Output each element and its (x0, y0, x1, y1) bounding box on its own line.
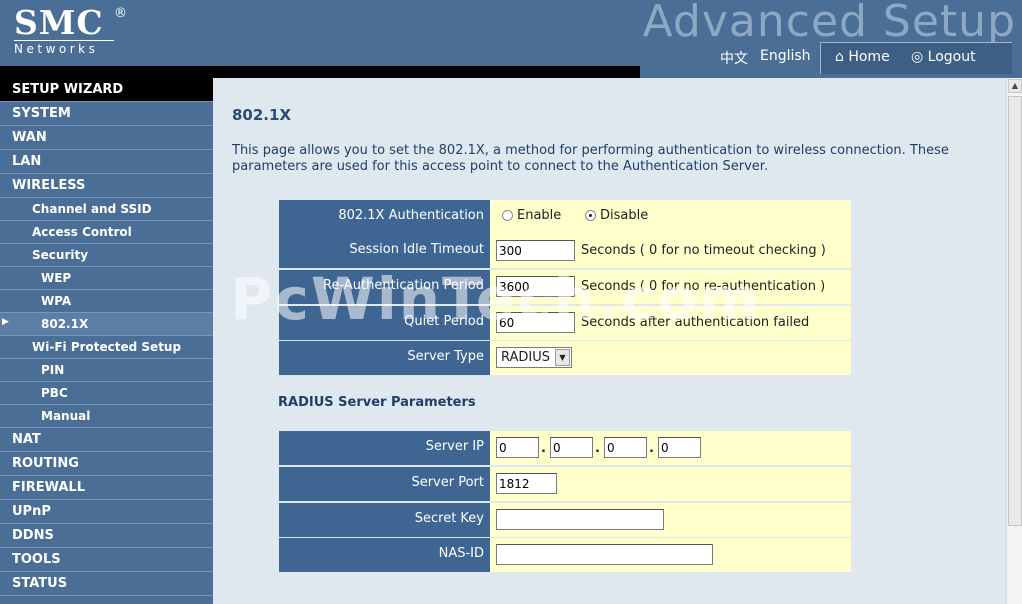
nas-id-cell (490, 538, 851, 572)
ip-dot: . (541, 441, 546, 456)
row-idle-timeout: Session Idle Timeout Seconds ( 0 for no … (279, 234, 851, 268)
nav-ddns[interactable]: DDNS (0, 524, 213, 548)
lang-chinese-link[interactable]: 中文 (720, 48, 748, 68)
nav-routing[interactable]: ROUTING (0, 452, 213, 476)
vertical-scrollbar[interactable]: ▲ (1006, 78, 1022, 604)
page-title: 802.1X (232, 106, 292, 124)
nav-firewall[interactable]: FIREWALL (0, 476, 213, 500)
secret-key-cell (490, 503, 851, 537)
quiet-label: Quiet Period (279, 306, 490, 340)
idle-timeout-cell: Seconds ( 0 for no timeout checking ) (490, 234, 851, 268)
active-arrow-icon: ▶ (2, 317, 9, 327)
nas-id-label: NAS-ID (279, 538, 490, 572)
nav-system[interactable]: SYSTEM (0, 102, 213, 126)
header: SMC ® Networks Advanced Setup 中文 English… (0, 0, 1022, 78)
enable-label: Enable (517, 208, 562, 223)
row-secret-key: Secret Key (279, 503, 851, 537)
reauth-cell: Seconds ( 0 for no re-authentication ) (490, 270, 851, 304)
quiet-cell: Seconds after authentication failed (490, 306, 851, 340)
nav-wep[interactable]: WEP (0, 267, 213, 290)
nav-lan[interactable]: LAN (0, 150, 213, 174)
secret-key-label: Secret Key (279, 503, 490, 537)
logo-main-text: SMC (14, 3, 104, 42)
reauth-input[interactable] (496, 276, 575, 297)
auth-value-cell: Enable Disable (490, 200, 851, 234)
registered-mark: ® (114, 6, 127, 21)
scrollbar-thumb[interactable] (1008, 96, 1022, 526)
nav-security[interactable]: Security (0, 244, 213, 267)
nav-802-1x[interactable]: ▶ 802.1X (0, 313, 213, 336)
quiet-unit: Seconds after authentication failed (581, 315, 810, 330)
row-server-type: Server Type RADIUS ▼ (279, 341, 851, 375)
server-port-cell (490, 467, 851, 501)
server-ip-label: Server IP (279, 431, 490, 465)
row-quiet: Quiet Period Seconds after authenticatio… (279, 306, 851, 340)
main-content: 802.1X This page allows you to set the 8… (213, 78, 1006, 604)
nav-802-1x-label: 802.1X (41, 317, 89, 331)
chevron-down-icon[interactable]: ▼ (555, 349, 570, 366)
row-server-ip: Server IP . . . (279, 431, 851, 465)
nav-wps[interactable]: Wi-Fi Protected Setup (0, 336, 213, 359)
advanced-setup-banner: Advanced Setup (642, 0, 1016, 47)
logout-icon: ◎ (911, 49, 924, 65)
scroll-up-icon[interactable]: ▲ (1008, 79, 1022, 93)
nav-pin[interactable]: PIN (0, 359, 213, 382)
nav-status[interactable]: STATUS (0, 572, 213, 596)
row-reauth: Re-Authentication Period Seconds ( 0 for… (279, 270, 851, 304)
server-ip-cell: . . . (490, 431, 851, 465)
disable-label: Disable (600, 208, 649, 223)
idle-timeout-input[interactable] (496, 240, 575, 261)
lang-english-link[interactable]: English (760, 48, 811, 64)
radius-section-title: RADIUS Server Parameters (278, 395, 476, 410)
reauth-unit: Seconds ( 0 for no re-authentication ) (581, 279, 826, 294)
nav-wpa[interactable]: WPA (0, 290, 213, 313)
nav-channel-ssid[interactable]: Channel and SSID (0, 198, 213, 221)
disable-radio[interactable] (585, 210, 596, 221)
server-port-label: Server Port (279, 467, 490, 501)
home-label: Home (848, 49, 890, 65)
server-ip-octet-3[interactable] (604, 437, 647, 458)
row-nas-id: NAS-ID (279, 538, 851, 572)
nav-pbc[interactable]: PBC (0, 382, 213, 405)
secret-key-input[interactable] (496, 509, 664, 530)
logout-label: Logout (927, 49, 976, 65)
nav-manual[interactable]: Manual (0, 405, 213, 428)
auth-label: 802.1X Authentication (279, 200, 490, 234)
row-auth: 802.1X Authentication Enable Disable (279, 200, 851, 234)
nav-wan[interactable]: WAN (0, 126, 213, 150)
server-port-input[interactable] (496, 473, 557, 494)
nav-setup-wizard[interactable]: SETUP WIZARD (0, 78, 213, 102)
reauth-label: Re-Authentication Period (279, 270, 490, 304)
header-tabs: ⌂ Home ◎ Logout (820, 42, 1012, 74)
smc-logo[interactable]: SMC ® Networks (14, 3, 127, 56)
enable-radio[interactable] (502, 210, 513, 221)
ip-dot: . (595, 441, 600, 456)
idle-timeout-unit: Seconds ( 0 for no timeout checking ) (581, 243, 826, 258)
idle-timeout-label: Session Idle Timeout (279, 234, 490, 268)
ip-dot: . (649, 441, 654, 456)
row-server-port: Server Port (279, 467, 851, 501)
server-type-cell: RADIUS ▼ (490, 341, 851, 375)
nas-id-input[interactable] (496, 544, 713, 565)
nav-wireless[interactable]: WIRELESS (0, 174, 213, 198)
page-description: This page allows you to set the 802.1X, … (232, 143, 949, 174)
nav-access-control[interactable]: Access Control (0, 221, 213, 244)
server-ip-octet-1[interactable] (496, 437, 539, 458)
server-ip-octet-2[interactable] (550, 437, 593, 458)
nav-upnp[interactable]: UPnP (0, 500, 213, 524)
server-type-select[interactable]: RADIUS ▼ (496, 347, 572, 368)
server-ip-octet-4[interactable] (658, 437, 701, 458)
header-black-bar (0, 66, 640, 78)
nav-tools[interactable]: TOOLS (0, 548, 213, 572)
quiet-input[interactable] (496, 312, 575, 333)
server-type-label: Server Type (279, 341, 490, 375)
logout-link[interactable]: ◎ Logout (911, 49, 976, 65)
server-type-value: RADIUS (501, 350, 551, 365)
nav-nat[interactable]: NAT (0, 428, 213, 452)
home-icon: ⌂ (835, 49, 844, 65)
sidebar: SETUP WIZARD SYSTEM WAN LAN WIRELESS Cha… (0, 78, 213, 604)
logo-sub-text: Networks (14, 40, 114, 56)
home-link[interactable]: ⌂ Home (835, 49, 890, 65)
